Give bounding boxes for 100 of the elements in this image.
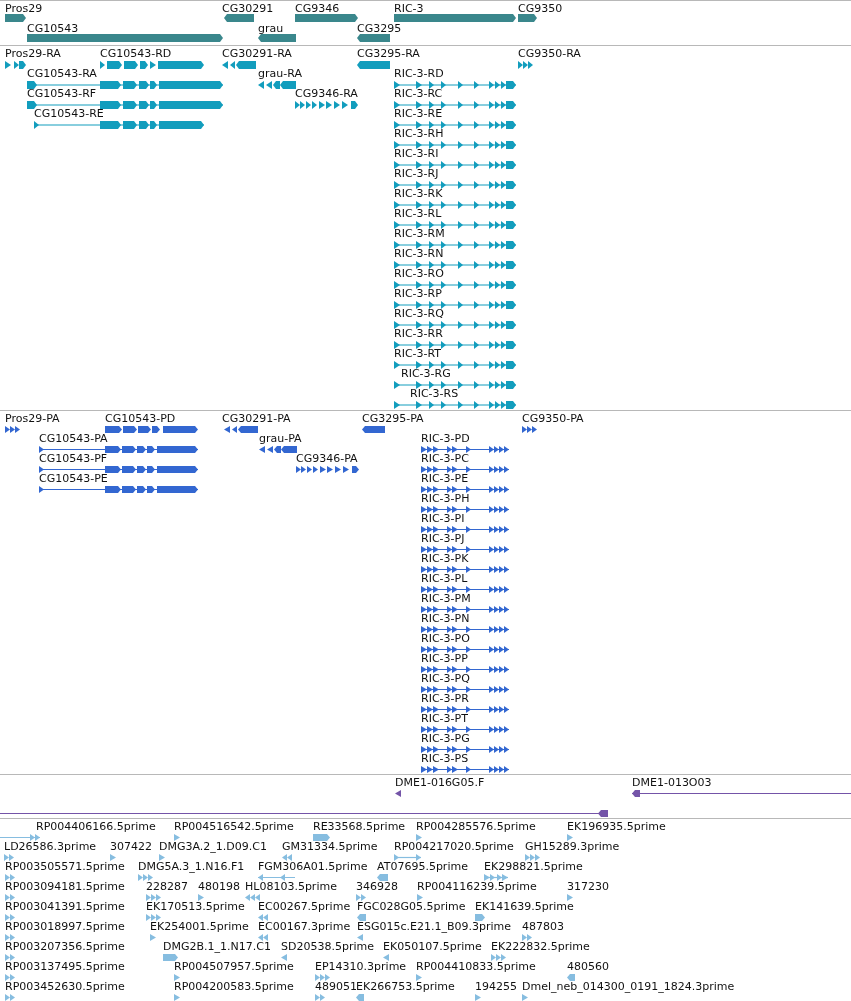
feature-label: RIC-3-RS [410, 387, 459, 400]
feature-label: CG9346-RA [295, 87, 358, 100]
feature-label: RIC-3-PL [421, 572, 468, 585]
feature-label: RIC-3-RL [394, 207, 442, 220]
feature-label: 346928 [356, 880, 398, 893]
feature-label: SD20538.5prime [281, 940, 374, 953]
feature-label: RP004285576.5prime [416, 820, 536, 833]
feature-label: CG10543-PE [39, 472, 108, 485]
feature-label: 228287 [146, 880, 188, 893]
feature-label: EK170513.5prime [146, 900, 245, 913]
feature-label: LD26586.3prime [4, 840, 97, 853]
feature-label: RIC-3-RG [401, 367, 451, 380]
feature-label: RIC-3-PE [421, 472, 469, 485]
feature-label: RIC-3-RT [394, 347, 442, 360]
feature-label: DMG2B.1_1.N17.C1 [163, 940, 271, 953]
feature-label: CG9350 [518, 2, 563, 15]
feature-label: RIC-3-RI [394, 147, 439, 160]
feature-label: GH15289.3prime [525, 840, 620, 853]
feature-label: 317230 [567, 880, 609, 893]
feature-label: EK254001.5prime [150, 920, 249, 933]
feature-label: RE33568.5prime [313, 820, 406, 833]
feature-label: RIC-3-PS [421, 752, 469, 765]
feature-label: GM31334.5prime [282, 840, 378, 853]
feature-label: CG30291-PA [222, 412, 291, 425]
feature-label: EP14310.3prime [315, 960, 407, 973]
feature-label: 194255 [475, 980, 517, 993]
feature-label: RIC-3-RC [394, 87, 443, 100]
feature-label: RP004507957.5prime [174, 960, 294, 973]
feature-label: grau [258, 22, 284, 35]
feature-label: RIC-3-PR [421, 692, 469, 705]
feature-label: Pros29-PA [5, 412, 60, 425]
feature-label: 480560 [567, 960, 609, 973]
feature-label: RIC-3-PD [421, 432, 470, 445]
feature-label: 480198 [198, 880, 240, 893]
feature-label: Pros29-RA [5, 47, 61, 60]
feature-label: EC00267.5prime [258, 900, 351, 913]
feature-label: HL08103.5prime [245, 880, 337, 893]
feature-label: AT07695.5prime [377, 860, 468, 873]
feature-label: RIC-3-RJ [394, 167, 439, 180]
feature-label: RP003041391.5prime [5, 900, 125, 913]
feature-label: ESG015c.E21.1_B09.3prime [357, 920, 512, 933]
feature-label: CG10543 [27, 22, 79, 35]
feature-label: FGC028G05.5prime [357, 900, 466, 913]
feature-label: CG3295-RA [357, 47, 420, 60]
feature-label: RP003094181.5prime [5, 880, 125, 893]
feature-label: EK141639.5prime [475, 900, 574, 913]
feature-label: RP003137495.5prime [5, 960, 125, 973]
feature-label: RP003207356.5prime [5, 940, 125, 953]
feature-label: RIC-3-PN [421, 612, 470, 625]
feature-label: CG30291-RA [222, 47, 292, 60]
feature-label: RIC-3-PH [421, 492, 470, 505]
feature-label: EK266753.5prime [356, 980, 455, 993]
feature-label: RIC-3-RK [394, 187, 443, 200]
feature-label: DME1-013O03 [632, 776, 712, 789]
feature-label: CG9350-RA [518, 47, 581, 60]
feature-label: RIC-3-RM [394, 227, 445, 240]
feature-label: grau-RA [258, 67, 302, 80]
feature-label: RP004516542.5prime [174, 820, 294, 833]
feature-label: CG10543-PD [105, 412, 176, 425]
feature-label: RIC-3-RE [394, 107, 443, 120]
feature-label: CG10543-PF [39, 452, 108, 465]
feature-label: RIC-3-RP [394, 287, 442, 300]
feature-label: RP004200583.5prime [174, 980, 294, 993]
feature-label: RIC-3-PG [421, 732, 470, 745]
feature-label: RIC-3-RQ [394, 307, 444, 320]
feature-label: RIC-3-PO [421, 632, 470, 645]
feature-label: CG10543-RD [100, 47, 172, 60]
feature-label: RIC-3-RH [394, 127, 444, 140]
feature-label: CG9346 [295, 2, 340, 15]
feature-label: RP003452630.5prime [5, 980, 125, 993]
feature-label: 489051 [315, 980, 357, 993]
feature-label: DMG5A.3_1.N16.F1 [138, 860, 245, 873]
feature-label: RIC-3-PJ [421, 532, 465, 545]
feature-label: CG9350-PA [522, 412, 584, 425]
feature-label: RP004217020.5prime [394, 840, 514, 853]
feature-label: CG10543-PA [39, 432, 108, 445]
feature-label: RIC-3-RN [394, 247, 444, 260]
feature-label: RP004406166.5prime [36, 820, 156, 833]
feature-label: RIC-3-PM [421, 592, 471, 605]
feature-label: DMG3A.2_1.D09.C1 [159, 840, 267, 853]
feature-label: RP003505571.5prime [5, 860, 125, 873]
feature-label: CG30291 [222, 2, 274, 15]
feature-label: CG10543-RE [34, 107, 104, 120]
feature-label: RIC-3-RD [394, 67, 444, 80]
feature-label: CG10543-RF [27, 87, 97, 100]
feature-label: CG10543-RA [27, 67, 97, 80]
feature-label: EK298821.5prime [484, 860, 583, 873]
feature-label: CG3295 [357, 22, 402, 35]
feature-label: DME1-016G05.F [395, 776, 485, 789]
feature-label: EK222832.5prime [491, 940, 590, 953]
feature-label: RIC-3-RO [394, 267, 444, 280]
feature-label: EC00167.3prime [258, 920, 351, 933]
feature-label: CG9346-PA [296, 452, 358, 465]
feature-label: Pros29 [5, 2, 43, 15]
feature-label: FGM306A01.5prime [258, 860, 368, 873]
feature-label: Dmel_neb_014300_0191_1824.3prime [522, 980, 735, 993]
feature-label: RIC-3-PQ [421, 672, 470, 685]
feature-label: RP003018997.5prime [5, 920, 125, 933]
feature-label: RIC-3-PT [421, 712, 468, 725]
feature-label: CG3295-PA [362, 412, 424, 425]
